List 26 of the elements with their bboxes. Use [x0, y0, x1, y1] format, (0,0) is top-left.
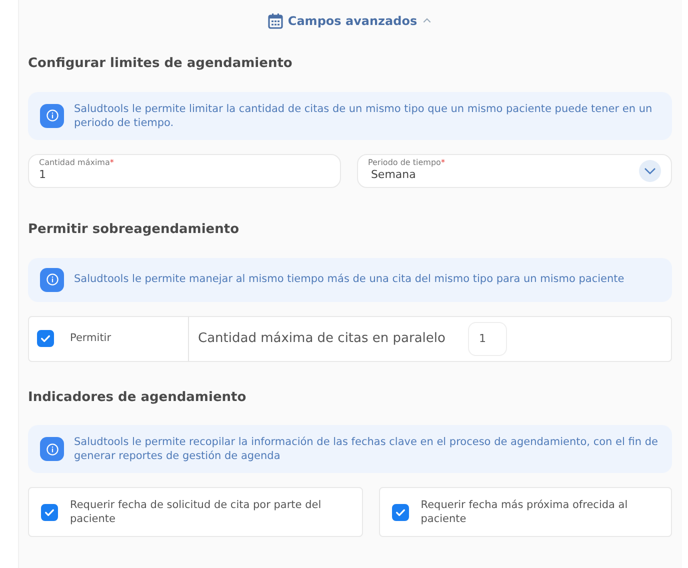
info-text: Saludtools le permite recopilar la información de las fechas clave en el proceso de agendamiento, con el fin de generar reportes de gestión de agenda — [74, 435, 659, 464]
dropdown-button[interactable] — [639, 160, 662, 182]
checkbox-label: Requerir fecha de solicitud de cita por parte del paciente — [70, 498, 322, 527]
info-text: Saludtools le permite manejar al mismo tiempo más de una cita del mismo tipo para un mismo paciente — [74, 272, 624, 287]
calendar-icon — [268, 13, 283, 29]
info-icon — [40, 437, 64, 462]
checkbox[interactable] — [41, 504, 58, 521]
section-title: Indicadores de agendamiento — [28, 390, 248, 406]
checkmark-icon — [44, 506, 55, 518]
select-field[interactable]: Periodo de tiempo* Semana — [356, 154, 672, 188]
checkbox-label: Requerir fecha más próxima ofrecida al paciente — [420, 498, 629, 527]
info-icon — [40, 104, 64, 128]
checkbox-label: Permitir — [70, 331, 112, 346]
checkbox[interactable] — [392, 504, 409, 521]
advanced-fields-toggle[interactable]: Campos avanzados — [264, 10, 436, 32]
section-title: Configurar limites de agendamiento — [28, 56, 294, 72]
checkmark-icon — [394, 506, 406, 518]
input-field[interactable]: Cantidad máxima* 1 — [28, 154, 341, 188]
checkbox[interactable] — [37, 330, 54, 348]
chevron-down-icon — [644, 166, 656, 175]
info-icon — [40, 268, 64, 292]
section-title: Permitir sobreagendamiento — [28, 222, 240, 238]
field-label: Cantidad máxima de citas en paralelo — [198, 330, 446, 348]
info-text: Saludtools le permite limitar la cantidad de citas de un mismo tipo que un mismo paciente puede tener en un periodo de tiempo. — [74, 102, 654, 130]
number-field[interactable]: 1 — [468, 322, 507, 356]
checkmark-icon — [40, 333, 51, 344]
